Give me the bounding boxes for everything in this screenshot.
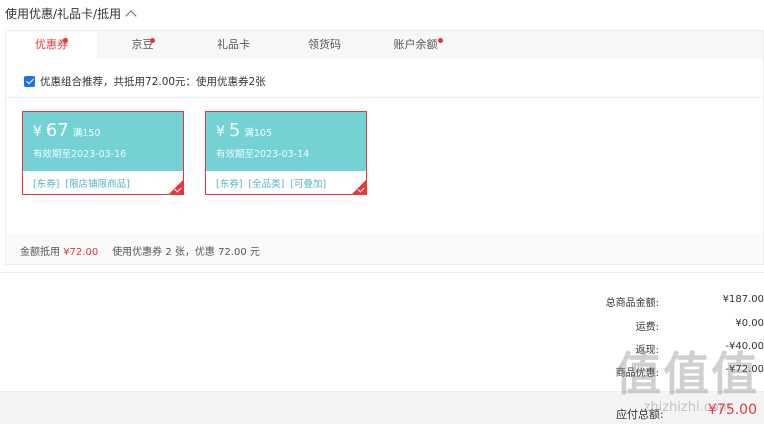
summary-row-total: 总商品金额: ¥187.00 <box>604 294 764 309</box>
coupon-card[interactable]: ¥ 5 满105 有效期至2023-03-14 [东券] [全品类] [可叠加] <box>205 111 367 195</box>
summary-row-shipping: 运费: ¥0.00 <box>604 318 764 333</box>
coupon-usage-summary: 使用优惠券 2 张，优惠 72.00 元 <box>112 247 260 258</box>
deduct-summary: 金额抵用 ¥72.00 <box>20 243 98 258</box>
chevron-up-icon[interactable] <box>125 9 137 22</box>
combo-recommend-row[interactable]: 优惠组合推荐，共抵用72.00元：使用优惠券2张 <box>24 74 266 89</box>
tab-redeem-code[interactable]: 领货码 <box>279 31 370 59</box>
summary-value: -¥40.00 <box>725 341 764 352</box>
section-title[interactable]: 使用优惠/礼品卡/抵用 <box>5 5 137 22</box>
coupon-tag: [限店铺限商品] <box>65 179 130 190</box>
summary-value: ¥0.00 <box>735 318 764 329</box>
tab-label: 领货码 <box>308 38 341 51</box>
summary-label: 总商品金额: <box>605 298 659 309</box>
coupon-tag: [全品类] <box>248 179 285 190</box>
notification-dot <box>438 38 443 43</box>
coupon-tag: [可叠加] <box>290 179 327 190</box>
deduct-amount: ¥72.00 <box>63 247 99 258</box>
combo-checkbox[interactable] <box>24 76 35 87</box>
tab-label: 礼品卡 <box>217 38 250 51</box>
summary-value: -¥72.00 <box>725 364 764 375</box>
deduct-label: 金额抵用 <box>20 247 60 258</box>
summary-value: ¥187.00 <box>722 294 764 305</box>
coupon-expiry: 有效期至2023-03-16 <box>33 149 127 160</box>
coupon-currency: ¥ <box>33 124 42 140</box>
summary-label: 返现: <box>635 345 659 356</box>
coupon-top: ¥ 5 满105 有效期至2023-03-14 <box>206 112 366 171</box>
coupon-currency: ¥ <box>216 124 225 140</box>
coupon-top: ¥ 67 满150 有效期至2023-03-16 <box>23 112 183 171</box>
payable-label: 应付总额: <box>616 408 664 421</box>
tab-label: 账户余额 <box>393 38 438 51</box>
coupon-expiry: 有效期至2023-03-14 <box>216 149 310 160</box>
coupon-condition: 满105 <box>244 128 273 139</box>
section-title-text: 使用优惠/礼品卡/抵用 <box>5 7 122 21</box>
payable-value: ¥75.00 <box>708 402 757 418</box>
panel-footer: 金额抵用 ¥72.00 使用优惠券 2 张，优惠 72.00 元 <box>20 243 260 258</box>
tab-gift-card[interactable]: 礼品卡 <box>188 31 279 59</box>
coupon-tags: [东券] [限店铺限商品] <box>23 171 183 194</box>
coupon-condition: 满150 <box>72 128 101 139</box>
coupon-amount: 67 <box>45 120 69 141</box>
divider <box>0 272 764 273</box>
discount-panel: 优惠券 京豆 礼品卡 领货码 账户余额 优惠组合推荐，共抵用72.00元：使用优… <box>5 30 764 265</box>
summary-row-cashback: 返现: -¥40.00 <box>604 341 764 356</box>
tab-account-balance[interactable]: 账户余额 <box>370 31 461 59</box>
summary-row-discount: 商品优惠: -¥72.00 <box>604 364 764 379</box>
tab-coupons[interactable]: 优惠券 <box>6 31 97 59</box>
coupon-tag: [东券] <box>216 179 243 190</box>
coupon-content: 优惠组合推荐，共抵用72.00元：使用优惠券2张 ¥ 67 满150 有效期至2… <box>6 59 763 234</box>
divider <box>6 97 763 98</box>
summary-label: 商品优惠: <box>615 368 659 379</box>
tab-bar: 优惠券 京豆 礼品卡 领货码 账户余额 <box>6 31 763 59</box>
coupon-tag: [东券] <box>33 179 60 190</box>
notification-dot <box>150 38 155 43</box>
coupon-amount: 5 <box>228 120 241 141</box>
summary-label: 运费: <box>635 322 659 333</box>
coupon-tags: [东券] [全品类] [可叠加] <box>206 171 366 194</box>
combo-text: 优惠组合推荐，共抵用72.00元：使用优惠券2张 <box>40 76 266 88</box>
coupon-card[interactable]: ¥ 67 满150 有效期至2023-03-16 [东券] [限店铺限商品] <box>22 111 184 195</box>
notification-dot <box>63 38 68 43</box>
tab-jingdou[interactable]: 京豆 <box>97 31 188 59</box>
